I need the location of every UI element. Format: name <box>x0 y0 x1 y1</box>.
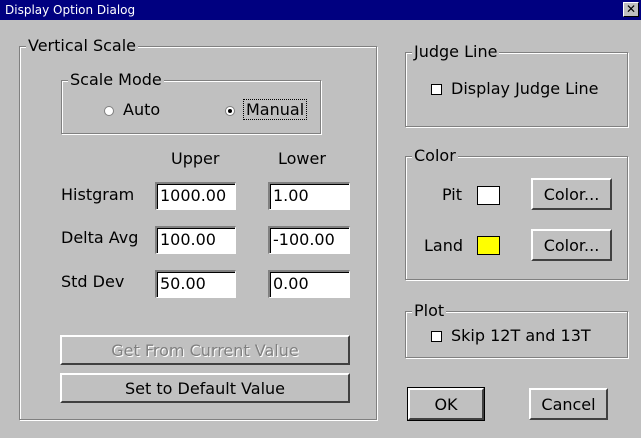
display-judge-line-checkbox[interactable] <box>431 84 442 95</box>
radio-manual-label[interactable]: Manual <box>242 99 308 120</box>
histgram-label: Histgram <box>61 185 135 204</box>
pit-color-button[interactable]: Color... <box>531 178 612 210</box>
skip-12t-13t-checkbox[interactable] <box>431 331 442 342</box>
column-header-lower: Lower <box>278 149 326 168</box>
window-title: Display Option Dialog <box>5 3 136 17</box>
vertical-scale-title: Vertical Scale <box>26 36 139 56</box>
color-title: Color <box>412 146 458 166</box>
radio-auto[interactable] <box>104 106 114 116</box>
pit-color-button-label: Color... <box>543 184 600 204</box>
cancel-button[interactable]: Cancel <box>529 388 608 420</box>
cancel-button-label: Cancel <box>541 394 596 414</box>
delta-avg-upper-field[interactable]: 100.00 <box>155 226 236 254</box>
std-dev-label: Std Dev <box>61 272 125 291</box>
ok-button[interactable]: OK <box>407 387 485 421</box>
std-dev-upper-field[interactable]: 50.00 <box>155 270 236 298</box>
pit-color-swatch <box>477 186 500 205</box>
column-header-upper: Upper <box>171 149 220 168</box>
std-dev-lower-field[interactable]: 0.00 <box>268 270 350 298</box>
ok-button-label: OK <box>434 394 458 414</box>
set-to-default-value-button[interactable]: Set to Default Value <box>60 373 350 403</box>
delta-avg-label: Delta Avg <box>61 228 139 247</box>
get-from-current-value-label: Get From Current Value <box>111 340 299 360</box>
close-icon: ✕ <box>625 2 637 16</box>
land-color-button-label: Color... <box>543 235 600 255</box>
radio-auto-label[interactable]: Auto <box>123 100 160 119</box>
land-color-swatch <box>477 236 500 255</box>
color-group: Color <box>405 146 628 280</box>
land-color-button[interactable]: Color... <box>531 229 612 261</box>
judge-line-title: Judge Line <box>412 42 500 62</box>
scale-mode-title: Scale Mode <box>68 70 164 90</box>
land-label: Land <box>424 236 464 255</box>
histgram-upper-field[interactable]: 1000.00 <box>155 182 236 210</box>
set-to-default-value-label: Set to Default Value <box>125 378 285 398</box>
title-bar: Display Option Dialog ✕ <box>0 0 641 20</box>
get-from-current-value-button[interactable]: Get From Current Value <box>60 335 350 365</box>
plot-title: Plot <box>412 301 447 321</box>
histgram-lower-field[interactable]: 1.00 <box>268 182 350 210</box>
skip-12t-13t-label[interactable]: Skip 12T and 13T <box>451 326 591 345</box>
close-button[interactable]: ✕ <box>623 2 639 17</box>
radio-manual[interactable] <box>225 106 235 116</box>
pit-label: Pit <box>442 185 463 204</box>
delta-avg-lower-field[interactable]: -100.00 <box>268 226 350 254</box>
display-judge-line-label[interactable]: Display Judge Line <box>451 79 599 98</box>
